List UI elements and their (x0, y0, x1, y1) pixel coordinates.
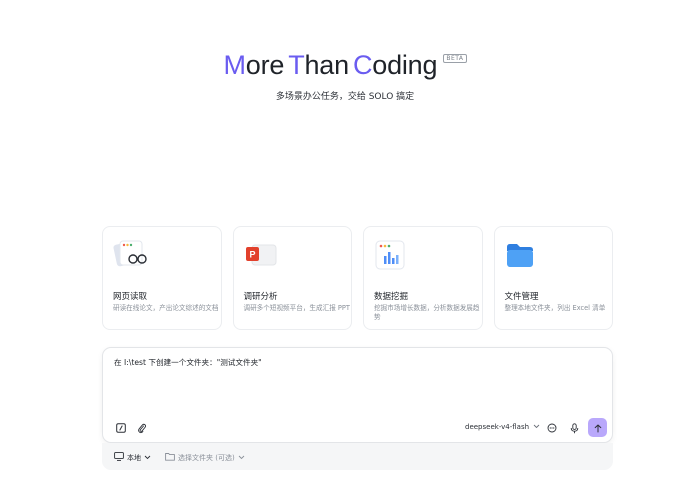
title-word: More (223, 50, 285, 80)
beta-badge: BETA (443, 54, 467, 63)
folder-select-icon (165, 452, 175, 463)
title-word: Coding (352, 50, 438, 80)
card-desc: 整理本地文件夹，列出 Excel 清单 (504, 304, 606, 312)
model-name: deepseek-v4-flash (465, 423, 530, 431)
card-web-reading[interactable]: 网页读取 研读在线论文，产出论文综述的文档 (102, 226, 222, 330)
prompt-input[interactable]: 在 I:\test 下创建一个文件夹："测试文件夹" (114, 357, 262, 368)
card-data-mining[interactable]: 数据挖掘 挖掘市场增长数据，分析数据发展趋势 (363, 226, 483, 330)
web-reading-icon (113, 239, 149, 271)
title-word: Than (288, 50, 349, 80)
card-desc: 研读在线论文，产出论文综述的文档 (113, 304, 219, 312)
environment-label: 本地 (127, 453, 141, 462)
card-desc: 挖掘市场增长数据，分析数据发展趋势 (374, 304, 480, 321)
folder-placeholder: 选择文件夹 (可选) (178, 453, 235, 462)
page-title: More Than Coding BETA (223, 50, 467, 81)
card-title: 调研分析 (243, 292, 278, 302)
slash-command-icon[interactable] (114, 421, 128, 435)
environment-selector[interactable]: 本地 (114, 452, 151, 463)
page-subtitle: 多场景办公任务，交给 SOLO 搞定 (275, 92, 415, 102)
arrow-up-icon (594, 418, 602, 437)
folder-selector[interactable]: 选择文件夹 (可选) (165, 452, 245, 463)
model-selector[interactable]: deepseek-v4-flash (465, 423, 540, 431)
chat-bubble-icon[interactable] (545, 421, 559, 435)
attachment-icon[interactable] (135, 421, 149, 435)
card-title: 网页读取 (113, 292, 148, 302)
chat-composer: 在 I:\test 下创建一个文件夹："测试文件夹" deepseek-v4-f… (102, 347, 613, 443)
chevron-down-icon (533, 423, 540, 431)
card-research[interactable]: P 调研分析 调研多个短视频平台，生成汇报 PPT (232, 226, 352, 330)
card-title: 数据挖掘 (374, 292, 409, 302)
chevron-down-icon (238, 454, 245, 462)
folder-icon (505, 239, 541, 271)
composer-footer: 本地 选择文件夹 (可选) (102, 443, 613, 470)
card-file-management[interactable]: 文件管理 整理本地文件夹，列出 Excel 清单 (493, 226, 613, 330)
ppt-icon: P (244, 239, 280, 271)
chevron-down-icon (144, 454, 151, 462)
svg-text:P: P (249, 250, 255, 260)
card-desc: 调研多个短视频平台，生成汇报 PPT (243, 304, 350, 312)
task-cards: 网页读取 研读在线论文，产出论文综述的文档 P 调研分析 调研多个短视频平台，生… (102, 226, 613, 330)
hero: More Than Coding BETA 多场景办公任务，交给 SOLO 搞定 (0, 50, 690, 102)
bar-chart-icon (374, 239, 410, 271)
microphone-icon[interactable] (567, 421, 581, 435)
send-button[interactable] (588, 418, 607, 437)
card-title: 文件管理 (504, 292, 539, 302)
monitor-icon (114, 452, 124, 463)
